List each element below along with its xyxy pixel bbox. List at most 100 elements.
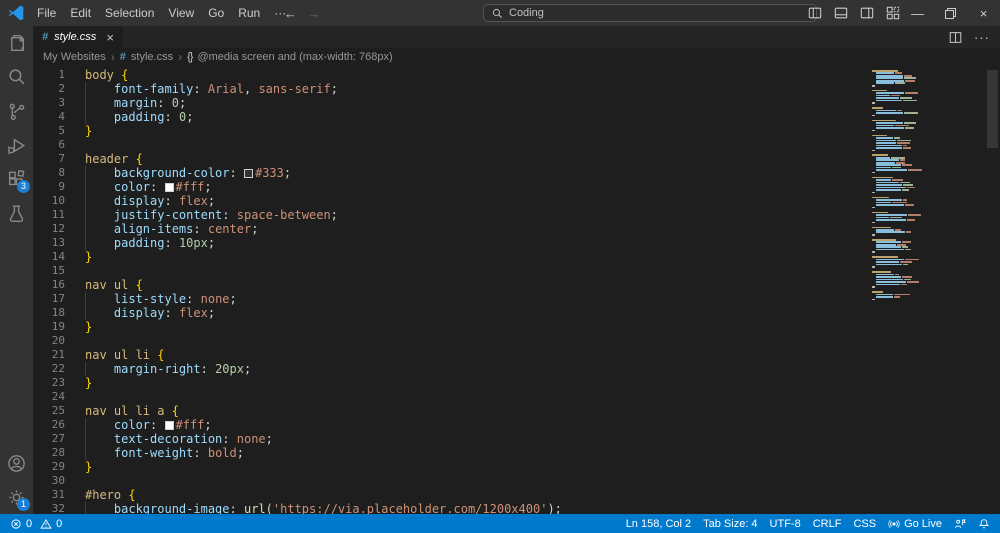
code-line[interactable]: 29} bbox=[33, 460, 1000, 474]
toggle-sidebar-icon[interactable] bbox=[808, 6, 822, 20]
color-swatch[interactable] bbox=[164, 183, 174, 192]
explorer-icon[interactable] bbox=[0, 26, 33, 60]
breadcrumb-symbol[interactable]: @media screen and (max-width: 768px) bbox=[197, 51, 392, 63]
source-control-icon[interactable] bbox=[0, 94, 33, 128]
code-line[interactable]: 32 background-image: url('https://via.pl… bbox=[33, 502, 1000, 514]
close-window-button[interactable]: × bbox=[967, 0, 1000, 26]
code-line[interactable]: 17 list-style: none; bbox=[33, 292, 1000, 306]
line-number[interactable]: 24 bbox=[33, 390, 65, 404]
menu-run[interactable]: Run bbox=[231, 0, 267, 26]
minimap[interactable] bbox=[870, 70, 955, 304]
line-number[interactable]: 22 bbox=[33, 362, 65, 376]
code-line[interactable]: 24 bbox=[33, 390, 1000, 404]
line-number[interactable]: 10 bbox=[33, 194, 65, 208]
go-live-button[interactable]: Go Live bbox=[888, 514, 942, 533]
line-number[interactable]: 16 bbox=[33, 278, 65, 292]
run-debug-icon[interactable] bbox=[0, 128, 33, 162]
code-line[interactable]: 21 nav ul li { bbox=[33, 348, 1000, 362]
code-line[interactable]: 23} bbox=[33, 376, 1000, 390]
code-line[interactable]: 20 bbox=[33, 334, 1000, 348]
code-line[interactable]: 2 font-family: Arial, sans-serif; bbox=[33, 82, 1000, 96]
line-number[interactable]: 30 bbox=[33, 474, 65, 488]
line-number[interactable]: 9 bbox=[33, 180, 65, 194]
nav-back-icon[interactable]: ← bbox=[284, 6, 297, 21]
encoding[interactable]: UTF-8 bbox=[770, 514, 801, 533]
cursor-position[interactable]: Ln 158, Col 2 bbox=[626, 514, 691, 533]
menu-edit[interactable]: Edit bbox=[63, 0, 98, 26]
line-number[interactable]: 14 bbox=[33, 250, 65, 264]
menu-selection[interactable]: Selection bbox=[98, 0, 161, 26]
code-line[interactable]: 4 padding: 0; bbox=[33, 110, 1000, 124]
line-number[interactable]: 27 bbox=[33, 432, 65, 446]
menu-go[interactable]: Go bbox=[201, 0, 231, 26]
line-number[interactable]: 28 bbox=[33, 446, 65, 460]
code-line[interactable]: 7 header { bbox=[33, 152, 1000, 166]
line-number[interactable]: 8 bbox=[33, 166, 65, 180]
eol-sequence[interactable]: CRLF bbox=[813, 514, 842, 533]
breadcrumb-folder[interactable]: My Websites bbox=[43, 51, 106, 63]
line-number[interactable]: 11 bbox=[33, 208, 65, 222]
code-line[interactable]: 25 nav ul li a { bbox=[33, 404, 1000, 418]
line-number[interactable]: 17 bbox=[33, 292, 65, 306]
code-line[interactable]: 11 justify-content: space-between; bbox=[33, 208, 1000, 222]
code-line[interactable]: 12 align-items: center; bbox=[33, 222, 1000, 236]
code-line[interactable]: 3 margin: 0; bbox=[33, 96, 1000, 110]
code-line[interactable]: 30 bbox=[33, 474, 1000, 488]
code-line[interactable]: 18 display: flex; bbox=[33, 306, 1000, 320]
accounts-icon[interactable] bbox=[0, 446, 33, 480]
code-line[interactable]: 14} bbox=[33, 250, 1000, 264]
line-number[interactable]: 31 bbox=[33, 488, 65, 502]
maximize-button[interactable] bbox=[934, 0, 967, 26]
menu-file[interactable]: File bbox=[30, 0, 63, 26]
line-number[interactable]: 21 bbox=[33, 348, 65, 362]
line-number[interactable]: 1 bbox=[33, 68, 65, 82]
problems-indicator[interactable]: 0 0 bbox=[10, 514, 62, 533]
scrollbar-thumb[interactable] bbox=[987, 70, 998, 148]
line-number[interactable]: 23 bbox=[33, 376, 65, 390]
code-editor[interactable]: 1 body {2 font-family: Arial, sans-serif;… bbox=[33, 66, 1000, 514]
line-number[interactable]: 18 bbox=[33, 306, 65, 320]
code-line[interactable]: 6 bbox=[33, 138, 1000, 152]
minimize-button[interactable]: — bbox=[901, 0, 934, 26]
code-line[interactable]: 1 body { bbox=[33, 68, 1000, 82]
code-line[interactable]: 5} bbox=[33, 124, 1000, 138]
code-line[interactable]: 10 display: flex; bbox=[33, 194, 1000, 208]
settings-gear-icon[interactable]: 1 bbox=[0, 480, 33, 514]
code-line[interactable]: 8 background-color: #333; bbox=[33, 166, 1000, 180]
toggle-secondary-sidebar-icon[interactable] bbox=[860, 6, 874, 20]
line-number[interactable]: 7 bbox=[33, 152, 65, 166]
code-line[interactable]: 31 #hero { bbox=[33, 488, 1000, 502]
testing-icon[interactable] bbox=[0, 196, 33, 230]
line-number[interactable]: 32 bbox=[33, 502, 65, 514]
code-line[interactable]: 9 color: #fff; bbox=[33, 180, 1000, 194]
line-number[interactable]: 13 bbox=[33, 236, 65, 250]
editor-more-actions-icon[interactable]: ··· bbox=[974, 30, 990, 45]
code-line[interactable]: 22 margin-right: 20px; bbox=[33, 362, 1000, 376]
line-number[interactable]: 19 bbox=[33, 320, 65, 334]
code-line[interactable]: 13 padding: 10px; bbox=[33, 236, 1000, 250]
line-number[interactable]: 12 bbox=[33, 222, 65, 236]
code-line[interactable]: 16 nav ul { bbox=[33, 278, 1000, 292]
line-number[interactable]: 6 bbox=[33, 138, 65, 152]
code-line[interactable]: 27 text-decoration: none; bbox=[33, 432, 1000, 446]
tab-style-css[interactable]: # style.css × bbox=[33, 26, 123, 48]
code-line[interactable]: 19} bbox=[33, 320, 1000, 334]
line-number[interactable]: 3 bbox=[33, 96, 65, 110]
line-number[interactable]: 26 bbox=[33, 418, 65, 432]
customize-layout-icon[interactable] bbox=[886, 6, 900, 20]
code-line[interactable]: 15 bbox=[33, 264, 1000, 278]
language-mode[interactable]: CSS bbox=[853, 514, 876, 533]
feedback-button[interactable] bbox=[954, 514, 966, 533]
code-line[interactable]: 28 font-weight: bold; bbox=[33, 446, 1000, 460]
line-number[interactable]: 2 bbox=[33, 82, 65, 96]
search-sidebar-icon[interactable] bbox=[0, 60, 33, 94]
split-editor-icon[interactable] bbox=[949, 31, 962, 44]
color-swatch[interactable] bbox=[164, 421, 174, 430]
line-number[interactable]: 4 bbox=[33, 110, 65, 124]
toggle-panel-icon[interactable] bbox=[834, 6, 848, 20]
code-line[interactable]: 26 color: #fff; bbox=[33, 418, 1000, 432]
menu-view[interactable]: View bbox=[161, 0, 201, 26]
line-number[interactable]: 15 bbox=[33, 264, 65, 278]
line-number[interactable]: 20 bbox=[33, 334, 65, 348]
indentation[interactable]: Tab Size: 4 bbox=[703, 514, 757, 533]
